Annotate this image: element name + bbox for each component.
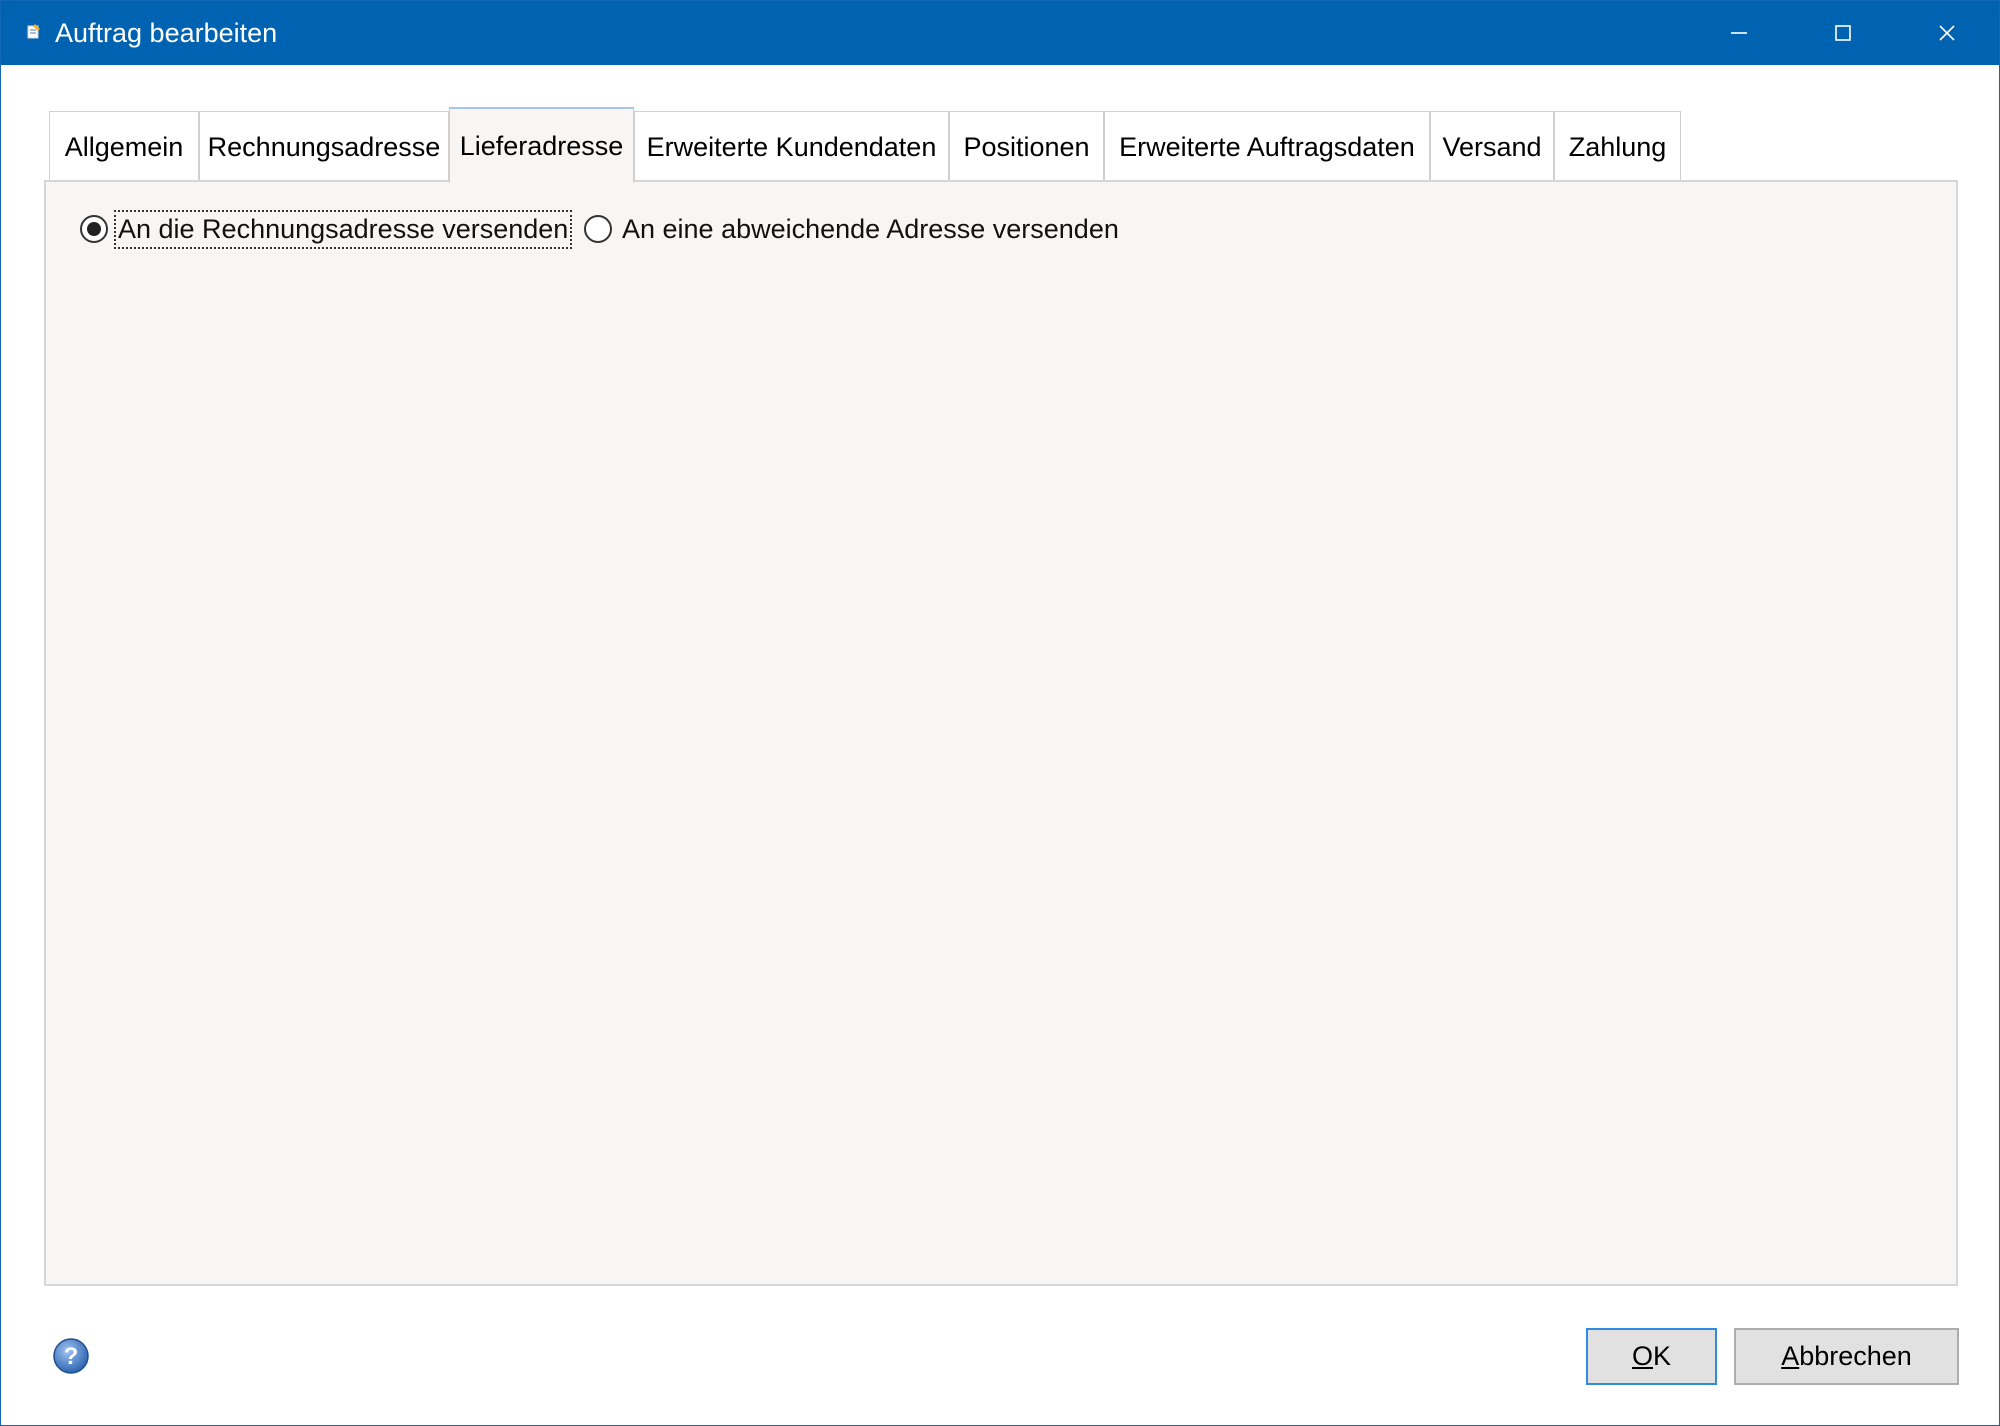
tab-versand[interactable]: Versand: [1430, 111, 1554, 180]
ok-button[interactable]: OK: [1586, 1328, 1717, 1385]
cancel-label-rest: bbrechen: [1799, 1341, 1912, 1371]
close-icon: [1939, 25, 1955, 41]
radio-different-address[interactable]: An eine abweichende Adresse versenden: [584, 209, 1119, 249]
window-title: Auftrag bearbeiten: [55, 18, 278, 48]
ok-label-rest: K: [1653, 1341, 1672, 1371]
tab-zahlung[interactable]: Zahlung: [1554, 111, 1681, 180]
tab-erweiterte-auftragsdaten[interactable]: Erweiterte Auftragsdaten: [1104, 111, 1430, 180]
tab-erweiterte-kundendaten[interactable]: Erweiterte Kundendaten: [634, 111, 949, 180]
app-icon: [27, 24, 40, 39]
dialog-window: Auftrag bearbeiten Allgemein Rechnungsad…: [0, 0, 2000, 1426]
radio-label-invoice-address[interactable]: An die Rechnungsadresse versenden: [113, 209, 573, 249]
tab-positionen[interactable]: Positionen: [949, 111, 1104, 180]
tab-allgemein[interactable]: Allgemein: [49, 111, 199, 180]
radio-button-selected[interactable]: [80, 215, 108, 243]
radio-invoice-address[interactable]: An die Rechnungsadresse versenden: [80, 209, 573, 249]
close-button[interactable]: [1895, 1, 1999, 65]
minimize-button[interactable]: [1687, 1, 1791, 65]
minimize-icon: [1731, 32, 1747, 34]
radio-dot: [87, 222, 101, 236]
radio-label-different-address[interactable]: An eine abweichende Adresse versenden: [622, 214, 1119, 245]
tab-panel-lieferadresse: [44, 180, 1958, 1286]
tab-rechnungsadresse[interactable]: Rechnungsadresse: [199, 111, 449, 180]
radio-button-unselected[interactable]: [584, 215, 612, 243]
ok-mnemonic: O: [1631, 1341, 1653, 1371]
cancel-button[interactable]: Abbrechen: [1734, 1328, 1959, 1385]
title-bar[interactable]: Auftrag bearbeiten: [1, 1, 1999, 65]
help-icon[interactable]: ?: [52, 1337, 90, 1375]
svg-text:?: ?: [64, 1343, 79, 1370]
maximize-icon: [1835, 25, 1851, 41]
maximize-button[interactable]: [1791, 1, 1895, 65]
tab-lieferadresse[interactable]: Lieferadresse: [449, 107, 634, 183]
cancel-mnemonic: A: [1781, 1341, 1800, 1371]
